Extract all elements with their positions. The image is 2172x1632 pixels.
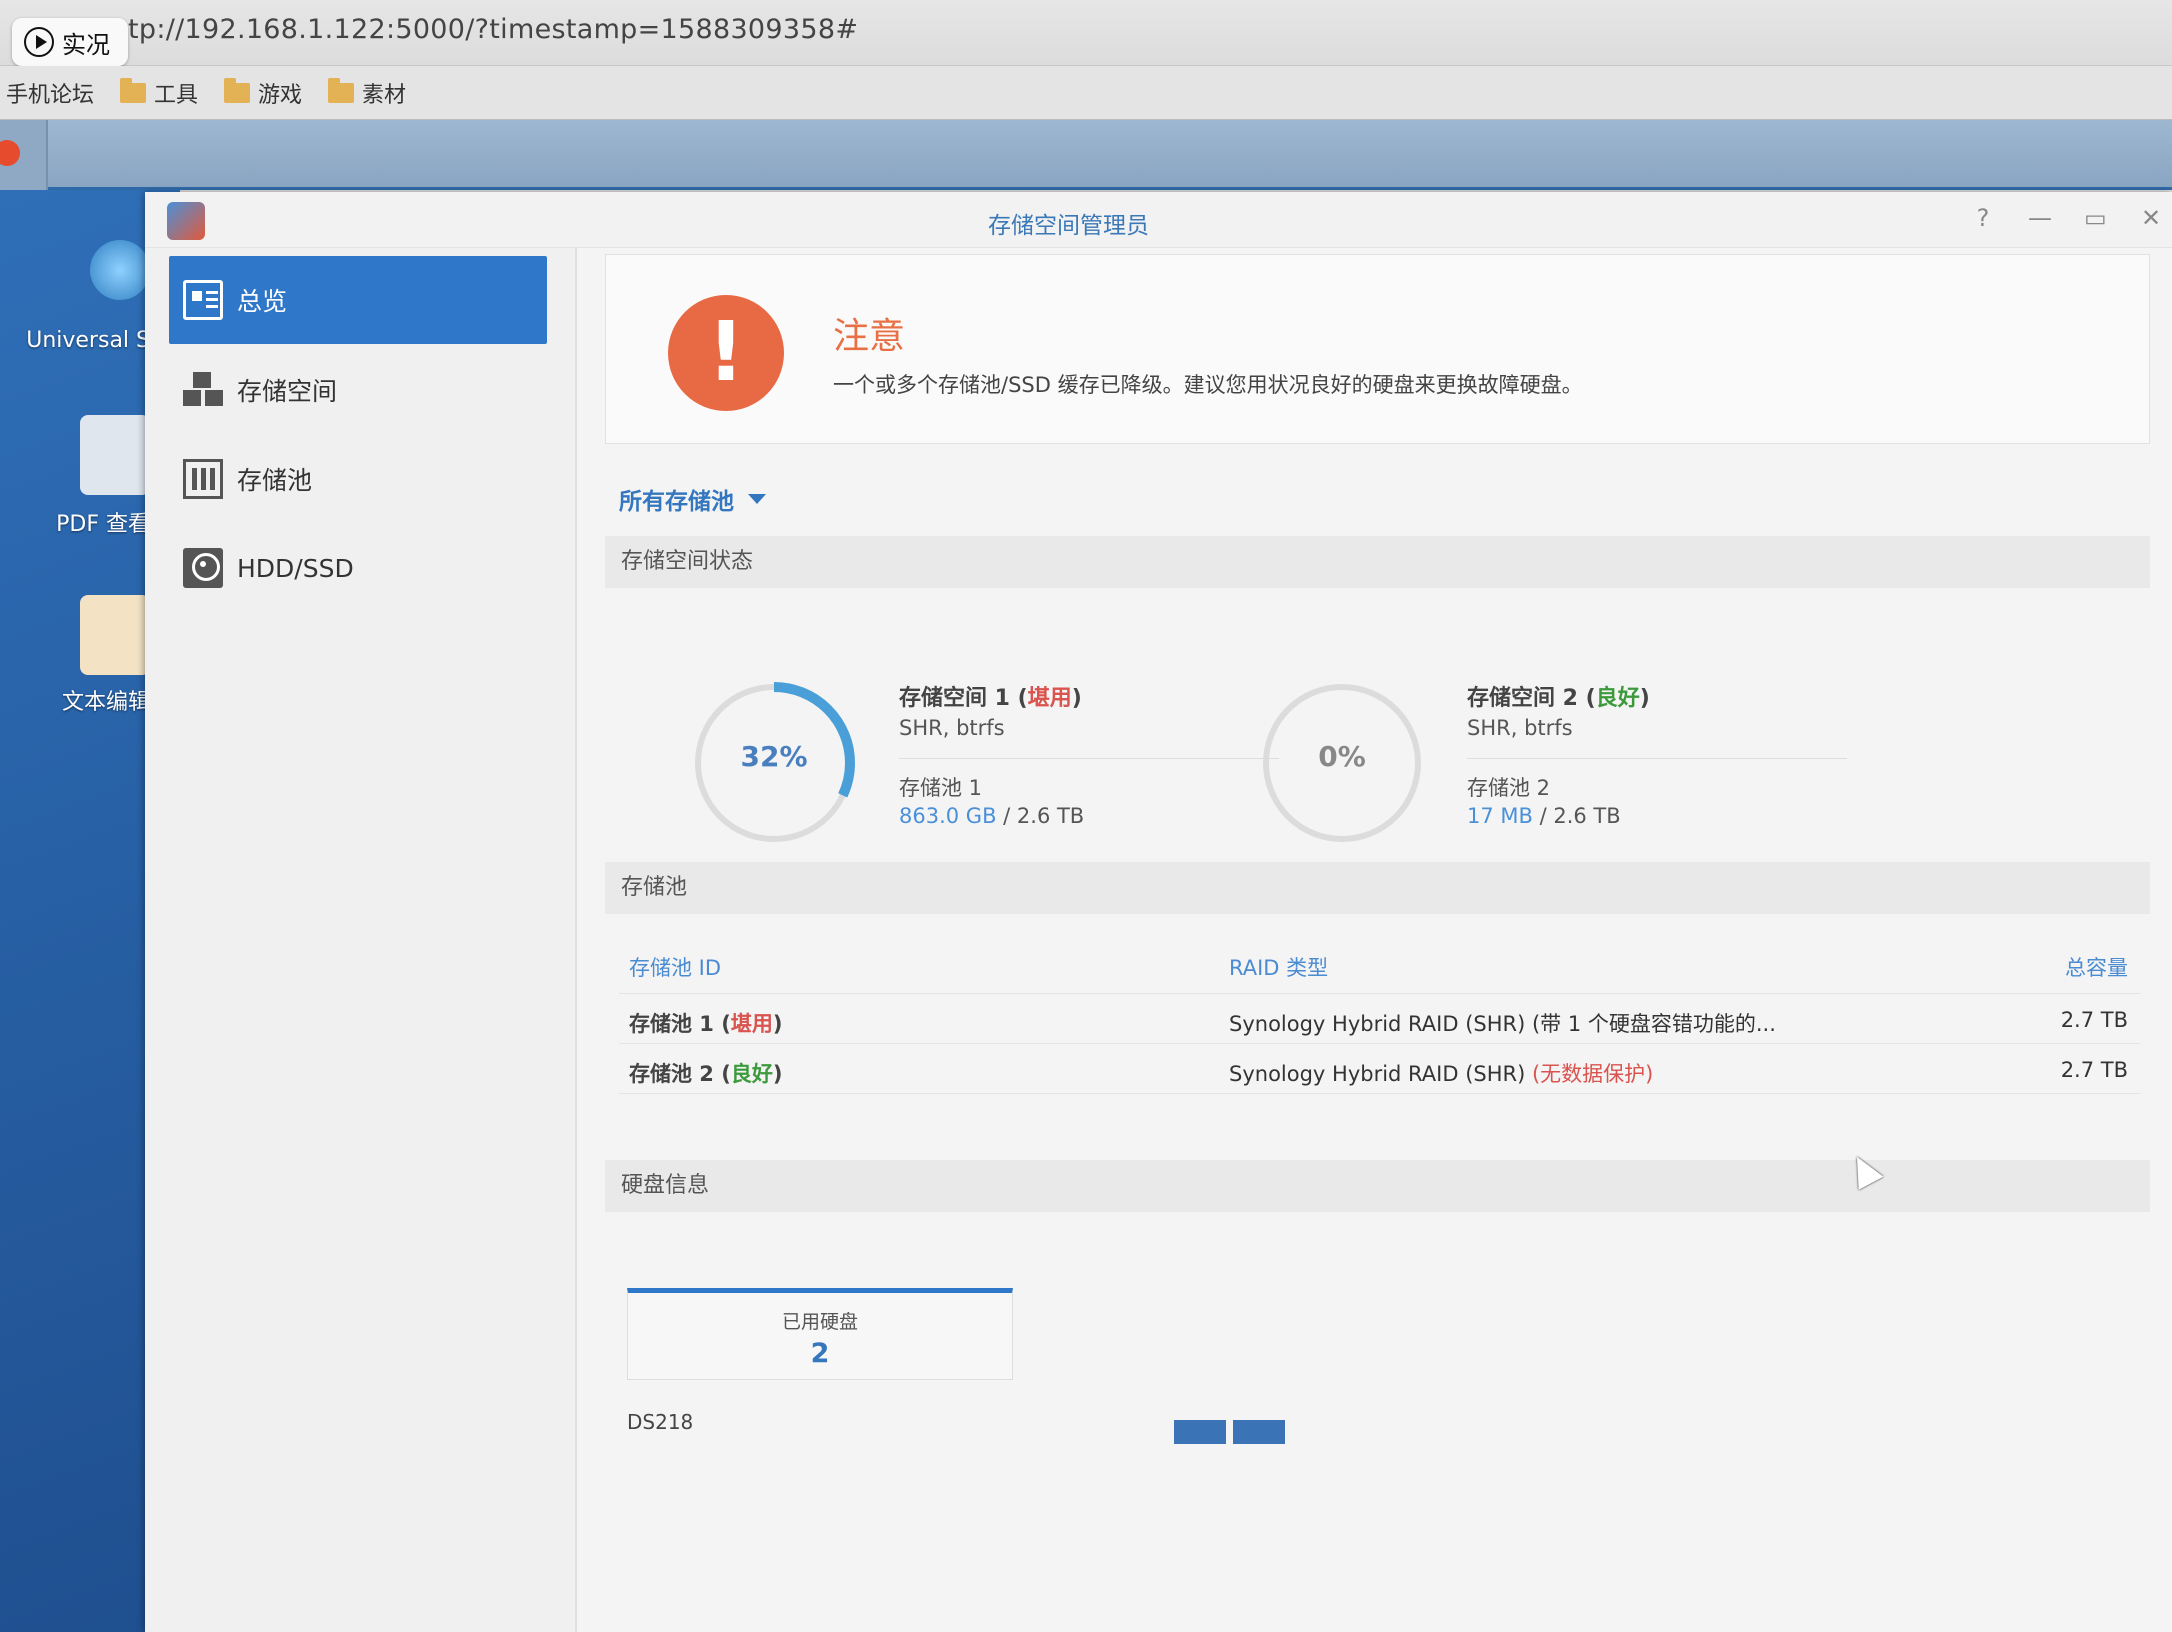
live-photo-badge: 实况 bbox=[12, 18, 128, 66]
pool-id: 存储池 2 (良好) bbox=[629, 1062, 783, 1086]
table-row[interactable]: 存储池 1 (堪用) Synology Hybrid RAID (SHR) (带… bbox=[619, 994, 2140, 1044]
sidebar: 总览 存储空间 存储池 HDD/SSD bbox=[145, 248, 577, 1632]
sidebar-item-label: HDD/SSD bbox=[237, 553, 354, 583]
dsm-taskbar bbox=[0, 120, 2172, 190]
play-icon bbox=[24, 27, 54, 57]
sidebar-item-label: 存储空间 bbox=[237, 377, 338, 406]
divider bbox=[1467, 758, 1847, 759]
universal-search-icon[interactable] bbox=[90, 240, 150, 300]
column-header-capacity[interactable]: 总容量 bbox=[2065, 952, 2128, 982]
sidebar-item-label: 总览 bbox=[237, 287, 288, 316]
raid-warning: (无数据保护) bbox=[1531, 1062, 1654, 1086]
volume-name: 存储空间 2 (良好) bbox=[1467, 686, 1650, 711]
warning-icon: ! bbox=[668, 295, 784, 411]
raid-type: Synology Hybrid RAID (SHR) (无数据保护) bbox=[1229, 1062, 1654, 1086]
pdf-viewer-icon[interactable] bbox=[80, 415, 150, 495]
disk-slot-1[interactable] bbox=[1174, 1420, 1226, 1444]
close-icon[interactable]: ✕ bbox=[2140, 204, 2162, 232]
alert-message: 一个或多个存储池/SSD 缓存已降级。建议您用状况良好的硬盘来更换故障硬盘。 bbox=[833, 373, 1583, 397]
storage-manager-window: 存储空间管理员 ? — ▭ ✕ 总览 存储空间 存储池 HDD/SSD ! 注意 bbox=[145, 192, 2172, 1632]
bookmark-label: 游戏 bbox=[258, 82, 303, 108]
desktop-icon-universal-search[interactable]: Universal S bbox=[0, 328, 160, 353]
maximize-icon[interactable]: ▭ bbox=[2084, 204, 2107, 232]
status-badge: 良好 bbox=[730, 1062, 773, 1086]
chevron-down-icon bbox=[748, 494, 766, 504]
minimize-icon[interactable]: — bbox=[2028, 204, 2052, 232]
used-disks-card[interactable]: 已用硬盘 2 bbox=[627, 1288, 1013, 1380]
storage-pool-table: 存储池 ID RAID 类型 总容量 存储池 1 (堪用) Synology H… bbox=[619, 938, 2140, 1094]
pool-id: 存储池 1 (堪用) bbox=[629, 1012, 783, 1036]
sidebar-item-hdd-ssd[interactable]: HDD/SSD bbox=[169, 524, 547, 612]
pool-filter-label: 所有存储池 bbox=[619, 489, 734, 515]
window-title: 存储空间管理员 bbox=[988, 213, 1149, 239]
pool-filter-dropdown[interactable]: 所有存储池 bbox=[619, 482, 766, 516]
volume-name: 存储空间 1 (堪用) bbox=[899, 686, 1082, 711]
volume-filesystem: SHR, btrfs bbox=[1467, 716, 1573, 740]
sidebar-item-storage-pool[interactable]: 存储池 bbox=[169, 435, 547, 523]
bookmark-tools[interactable]: 工具 bbox=[120, 77, 198, 109]
help-icon[interactable]: ? bbox=[1972, 204, 1994, 232]
used-disks-count: 2 bbox=[810, 1338, 830, 1369]
storage-pool-icon bbox=[183, 459, 223, 499]
bookmark-games[interactable]: 游戏 bbox=[224, 77, 302, 109]
bookmarks-bar: 手机论坛 工具 游戏 素材 bbox=[0, 66, 2172, 120]
window-titlebar[interactable]: 存储空间管理员 ? — ▭ ✕ bbox=[145, 192, 2172, 248]
section-storage-pools: 存储池 bbox=[605, 862, 2150, 914]
overview-icon bbox=[183, 280, 223, 320]
volume-filesystem: SHR, btrfs bbox=[899, 716, 1005, 740]
bookmark-label: 素材 bbox=[362, 82, 407, 108]
folder-icon bbox=[328, 77, 355, 103]
volume-card-1[interactable]: 32% 存储空间 1 (堪用) SHR, btrfs 存储池 1 863.0 G… bbox=[689, 678, 1289, 868]
volume-pool: 存储池 2 bbox=[1467, 776, 1551, 800]
section-volume-status: 存储空间状态 bbox=[605, 536, 2150, 588]
volume-usage: 17 MB / 2.6 TB bbox=[1467, 804, 1621, 828]
bookmark-label: 手机论坛 bbox=[6, 82, 95, 108]
folder-icon bbox=[224, 77, 251, 103]
disk-slot-2[interactable] bbox=[1233, 1420, 1285, 1444]
folder-icon bbox=[120, 77, 147, 103]
window-controls: ? — ▭ ✕ bbox=[1972, 204, 2172, 232]
table-row[interactable]: 存储池 2 (良好) Synology Hybrid RAID (SHR) (无… bbox=[619, 1044, 2140, 1094]
status-badge: 堪用 bbox=[1027, 686, 1072, 711]
status-badge: 堪用 bbox=[730, 1012, 773, 1036]
volume-icon bbox=[183, 370, 223, 410]
browser-address-bar[interactable]: 实况 tp://192.168.1.122:5000/?timestamp=15… bbox=[0, 0, 2172, 66]
desktop-icon-pdf-viewer[interactable]: PDF 查看 bbox=[0, 506, 160, 538]
section-disk-info: 硬盘信息 bbox=[605, 1160, 2150, 1212]
usage-percent: 0% bbox=[1318, 740, 1366, 773]
divider bbox=[899, 758, 1279, 759]
raid-type: Synology Hybrid RAID (SHR) (带 1 个硬盘容错功能的… bbox=[1229, 1012, 1776, 1036]
hdd-icon bbox=[183, 548, 223, 588]
column-header-raid-type[interactable]: RAID 类型 bbox=[1229, 952, 1328, 982]
pool-capacity: 2.7 TB bbox=[2060, 1058, 2128, 1082]
status-badge: 良好 bbox=[1595, 686, 1640, 711]
text-editor-icon[interactable] bbox=[80, 595, 150, 675]
used-disks-label: 已用硬盘 bbox=[781, 1311, 858, 1333]
usage-percent: 32% bbox=[740, 740, 808, 773]
sidebar-item-overview[interactable]: 总览 bbox=[169, 256, 547, 344]
url-text[interactable]: tp://192.168.1.122:5000/?timestamp=15883… bbox=[128, 14, 858, 45]
main-menu-button[interactable] bbox=[0, 120, 48, 190]
degraded-alert: ! 注意 一个或多个存储池/SSD 缓存已降级。建议您用状况良好的硬盘来更换故障… bbox=[605, 254, 2150, 444]
sidebar-item-label: 存储池 bbox=[237, 466, 313, 495]
table-header: 存储池 ID RAID 类型 总容量 bbox=[619, 938, 2140, 994]
bookmark-assets[interactable]: 素材 bbox=[328, 77, 406, 109]
alert-title: 注意 bbox=[833, 316, 906, 357]
volume-pool: 存储池 1 bbox=[899, 776, 983, 800]
pool-capacity: 2.7 TB bbox=[2060, 1008, 2128, 1032]
volume-card-2[interactable]: 0% 存储空间 2 (良好) SHR, btrfs 存储池 2 17 MB / … bbox=[1257, 678, 1857, 868]
main-content: ! 注意 一个或多个存储池/SSD 缓存已降级。建议您用状况良好的硬盘来更换故障… bbox=[605, 248, 2172, 1632]
desktop-icon-text-editor[interactable]: 文本编辑 bbox=[0, 684, 160, 716]
live-label: 实况 bbox=[62, 30, 110, 59]
bookmark-forum[interactable]: 手机论坛 bbox=[6, 77, 94, 109]
nas-model: DS218 bbox=[627, 1410, 694, 1434]
bookmark-label: 工具 bbox=[154, 82, 199, 108]
volume-usage: 863.0 GB / 2.6 TB bbox=[899, 804, 1085, 828]
column-header-pool-id[interactable]: 存储池 ID bbox=[629, 952, 721, 982]
sidebar-item-volume[interactable]: 存储空间 bbox=[169, 346, 547, 434]
